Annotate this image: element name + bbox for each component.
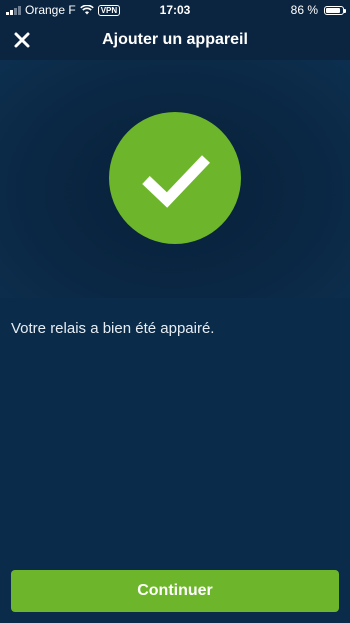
battery-level-fill [326,7,340,13]
page-title: Ajouter un appareil [102,31,248,48]
continue-button[interactable]: Continuer [11,570,339,612]
success-hero [0,60,350,298]
success-badge [109,112,241,244]
navigation-bar: Ajouter un appareil [0,20,350,60]
checkmark-icon [142,155,210,208]
status-right: 86 % [290,3,346,17]
status-bar: Orange F VPN 17:03 86 % [0,0,350,20]
success-message: Votre relais a bien été appairé. [11,320,215,337]
content-area: Votre relais a bien été appairé. Continu… [0,298,350,623]
battery-percentage: 86 % [290,3,318,17]
battery-icon [324,5,346,15]
